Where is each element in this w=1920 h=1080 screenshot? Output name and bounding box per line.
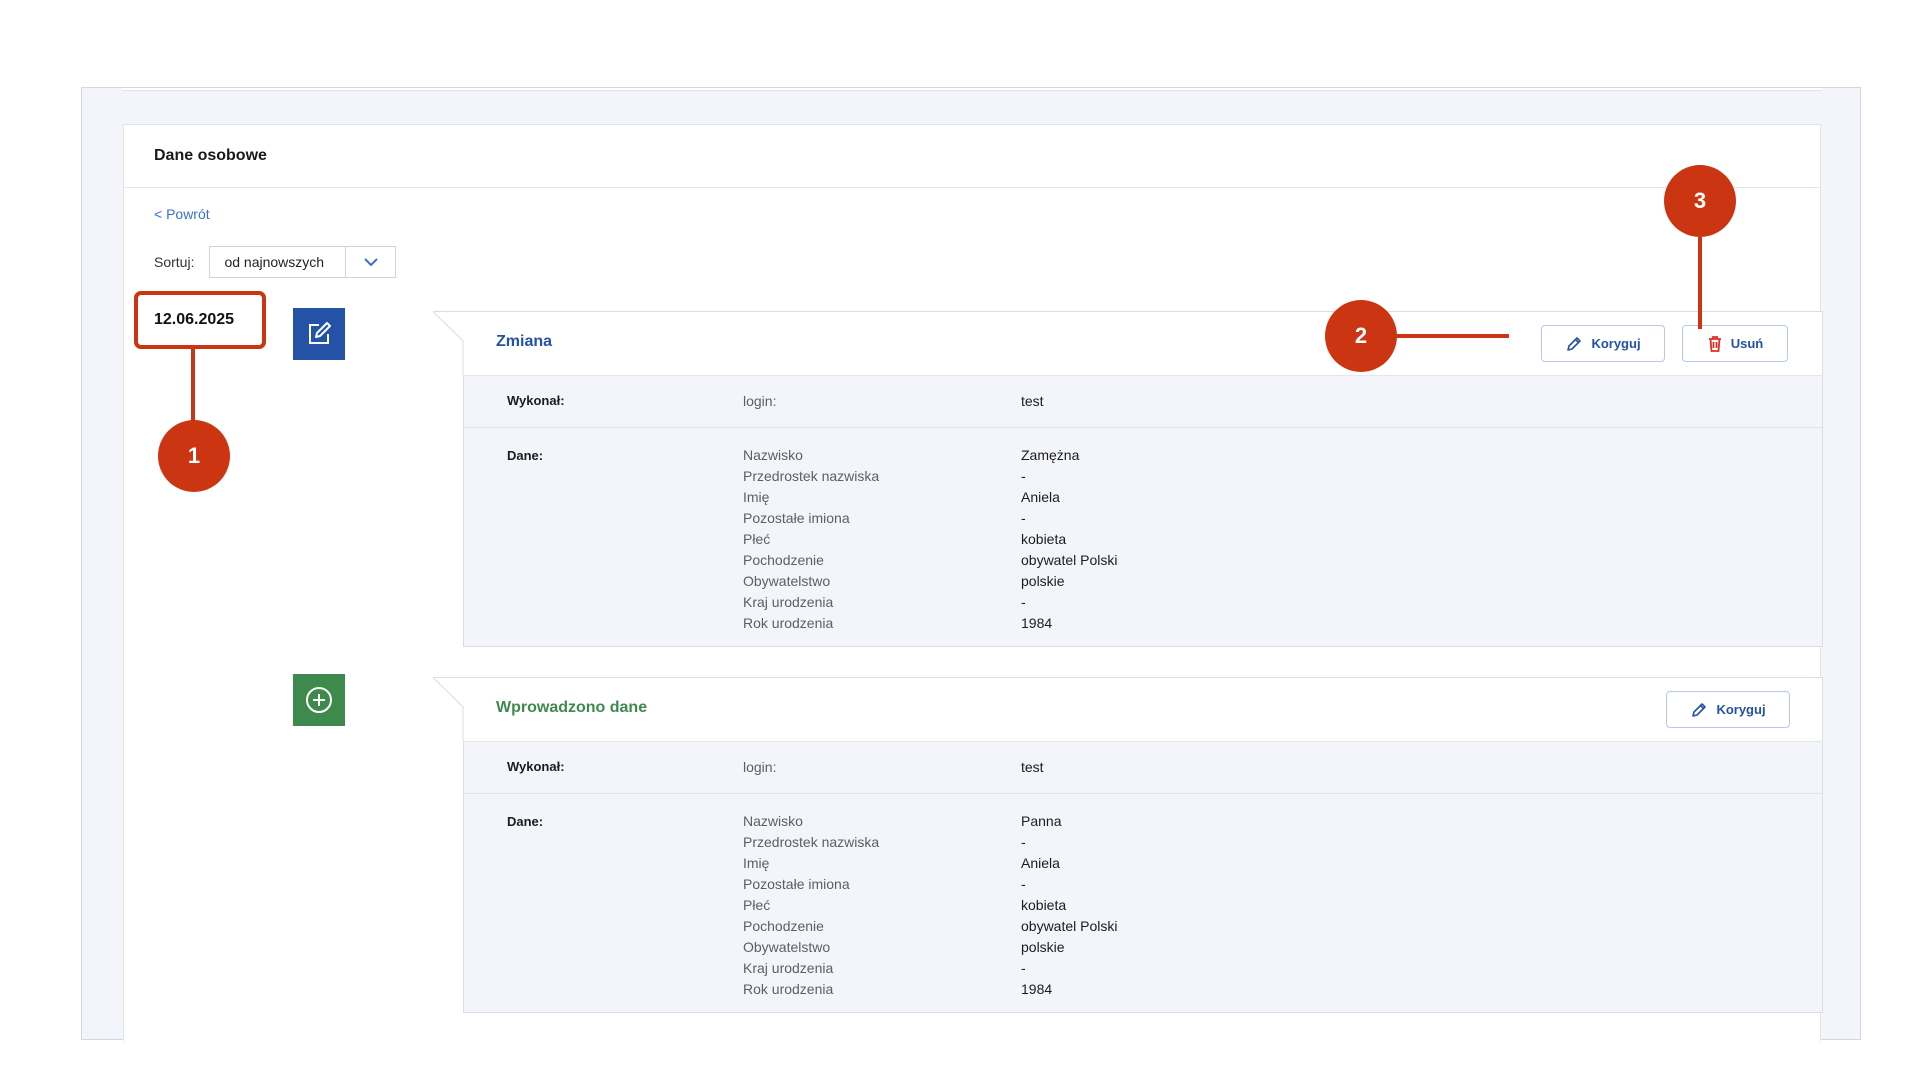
field-name: Nazwisko bbox=[743, 447, 803, 463]
app-frame: Dane osobowe < Powrót Sortuj: od najnows… bbox=[81, 87, 1861, 1041]
chevron-down-icon[interactable] bbox=[345, 247, 395, 277]
field-values: Panna - Aniela - kobieta obywatel Polski… bbox=[1021, 811, 1118, 1000]
event-card-entered: Wprowadzono dane Koryguj Wykonał: login:… bbox=[433, 677, 1823, 1013]
field-values: Zamężna - Aniela - kobieta obywatel Pols… bbox=[1021, 445, 1118, 634]
field-value: obywatel Polski bbox=[1021, 552, 1118, 568]
callout-2: 2 bbox=[1325, 300, 1397, 372]
sort-row: Sortuj: od najnowszych bbox=[154, 246, 397, 278]
pencil-icon bbox=[1567, 336, 1582, 351]
field-name: Pozostałe imiona bbox=[743, 510, 850, 526]
field-name: Imię bbox=[743, 855, 770, 871]
panel-title: Dane osobowe bbox=[154, 147, 267, 164]
executor-field: login: bbox=[743, 393, 777, 409]
callout-3: 3 bbox=[1664, 165, 1736, 237]
field-name: Przedrostek nazwiska bbox=[743, 468, 880, 484]
field-name: Przedrostek nazwiska bbox=[743, 834, 880, 850]
field-names: Nazwisko Przedrostek nazwiska Imię Pozos… bbox=[743, 811, 879, 1000]
event-title: Wprowadzono dane bbox=[496, 699, 648, 716]
field-value: - bbox=[1021, 510, 1026, 526]
field-name: Pochodzenie bbox=[743, 552, 824, 568]
executor-value: test bbox=[1021, 393, 1044, 409]
callout-2-line bbox=[1397, 334, 1509, 338]
field-name: Nazwisko bbox=[743, 813, 803, 829]
executor-row: Wykonał: login: test bbox=[464, 376, 1822, 428]
field-name: Pozostałe imiona bbox=[743, 876, 850, 892]
sort-label: Sortuj: bbox=[154, 254, 195, 270]
field-name: Płeć bbox=[743, 531, 771, 547]
personal-data-panel: Dane osobowe < Powrót Sortuj: od najnows… bbox=[123, 124, 1823, 1041]
field-value: 1984 bbox=[1021, 615, 1053, 631]
correct-button-label: Koryguj bbox=[1716, 702, 1766, 717]
add-circle-icon bbox=[293, 674, 345, 726]
field-name: Kraj urodzenia bbox=[743, 960, 834, 976]
panel-header: Dane osobowe bbox=[124, 125, 1820, 188]
event-title: Zmiana bbox=[496, 333, 553, 350]
field-value: 1984 bbox=[1021, 981, 1053, 997]
field-names: Nazwisko Przedrostek nazwiska Imię Pozos… bbox=[743, 445, 879, 634]
field-name: Płeć bbox=[743, 897, 771, 913]
field-value: - bbox=[1021, 960, 1026, 976]
field-value: Zamężna bbox=[1021, 447, 1080, 463]
field-value: - bbox=[1021, 594, 1026, 610]
sort-select[interactable]: od najnowszych bbox=[209, 246, 397, 278]
field-value: kobieta bbox=[1021, 531, 1067, 547]
correct-button-label: Koryguj bbox=[1591, 336, 1641, 351]
delete-button-label: Usuń bbox=[1730, 336, 1764, 351]
event-details: Wykonał: login: test Dane: Nazwisko Prze… bbox=[463, 375, 1823, 647]
field-value: obywatel Polski bbox=[1021, 918, 1118, 934]
field-value: kobieta bbox=[1021, 897, 1067, 913]
data-label: Dane: bbox=[507, 814, 544, 829]
field-value: Aniela bbox=[1021, 489, 1060, 505]
correct-button[interactable]: Koryguj bbox=[1541, 325, 1665, 362]
event-details: Wykonał: login: test Dane: Nazwisko Prze… bbox=[463, 741, 1823, 1013]
field-value: Panna bbox=[1021, 813, 1062, 829]
frame-top-strip bbox=[122, 88, 1822, 91]
executor-label: Wykonał: bbox=[507, 393, 565, 408]
delete-button[interactable]: Usuń bbox=[1682, 325, 1788, 362]
field-value: polskie bbox=[1021, 573, 1065, 589]
field-value: polskie bbox=[1021, 939, 1065, 955]
field-value: Aniela bbox=[1021, 855, 1060, 871]
field-name: Kraj urodzenia bbox=[743, 594, 834, 610]
trash-icon bbox=[1708, 335, 1721, 352]
field-name: Rok urodzenia bbox=[743, 615, 834, 631]
field-name: Pochodzenie bbox=[743, 918, 824, 934]
data-label: Dane: bbox=[507, 448, 544, 463]
field-value: - bbox=[1021, 834, 1026, 850]
pencil-icon bbox=[1692, 702, 1707, 717]
field-name: Rok urodzenia bbox=[743, 981, 834, 997]
executor-value: test bbox=[1021, 759, 1044, 775]
back-link[interactable]: < Powrót bbox=[154, 206, 210, 222]
executor-label: Wykonał: bbox=[507, 759, 565, 774]
field-value: - bbox=[1021, 876, 1026, 892]
field-name: Obywatelstwo bbox=[743, 939, 831, 955]
callout-3-line bbox=[1698, 237, 1702, 329]
callout-1: 1 bbox=[158, 420, 230, 492]
executor-field: login: bbox=[743, 759, 777, 775]
field-name: Obywatelstwo bbox=[743, 573, 831, 589]
event-card-change: Zmiana Koryguj Usuń Wykonał: login: test… bbox=[433, 311, 1823, 647]
date-highlight-box bbox=[134, 291, 266, 349]
edit-icon bbox=[293, 308, 345, 360]
callout-1-line bbox=[191, 349, 195, 421]
field-value: - bbox=[1021, 468, 1026, 484]
field-name: Imię bbox=[743, 489, 770, 505]
sort-value: od najnowszych bbox=[224, 254, 325, 270]
correct-button[interactable]: Koryguj bbox=[1666, 691, 1790, 728]
executor-row: Wykonał: login: test bbox=[464, 742, 1822, 794]
